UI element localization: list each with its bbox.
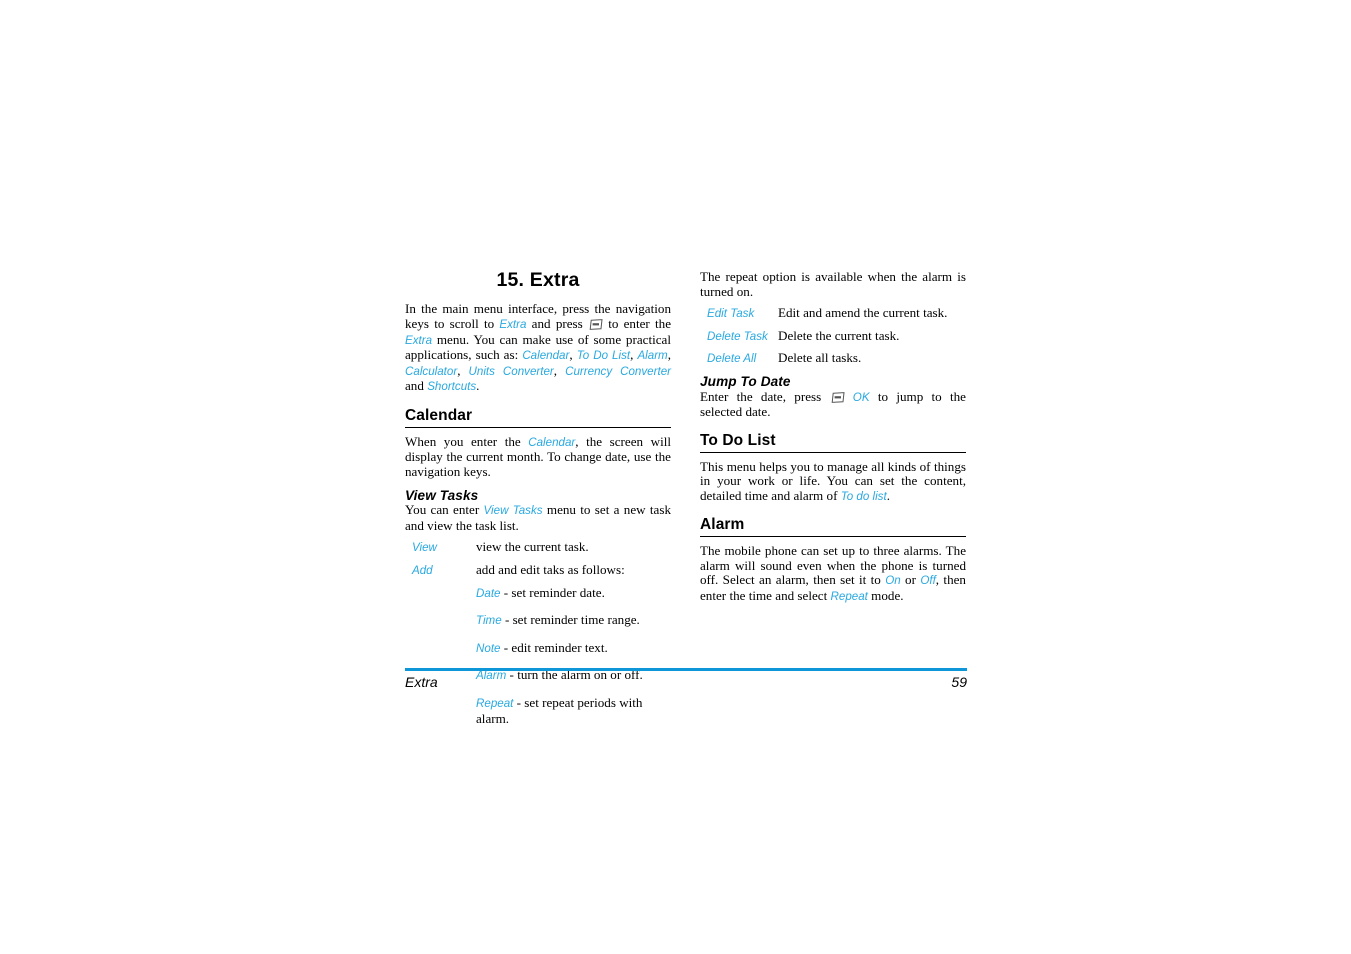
section-rule-calendar [405, 426, 671, 428]
defdesc-edit-task: Edit and amend the current task. [778, 305, 948, 321]
ui-term-extra-1: Extra [499, 318, 527, 332]
section-rule-to-do-list [700, 451, 966, 453]
intro-text-b: and press [526, 316, 588, 332]
list-item: Add add and edit taks as follows: [405, 562, 671, 578]
ui-term-on: On [885, 574, 901, 588]
right-column: The repeat option is available when the … [700, 269, 966, 726]
defterm-delete-task: Delete Task [707, 329, 768, 343]
footer-row: Extra 59 [405, 671, 967, 690]
ui-term-view-tasks: View Tasks [483, 504, 543, 518]
subheading-view-tasks: View Tasks [405, 487, 479, 503]
alarm-text-d: mode. [867, 587, 904, 603]
two-column-layout: 15. Extra In the main menu interface, pr… [405, 269, 967, 726]
list-item: Delete All Delete all tasks. [700, 351, 966, 366]
ui-term-calendar: Calendar [522, 349, 570, 363]
repeat-note-paragraph: The repeat option is available when the … [700, 269, 966, 299]
footer-page-number: 59 [951, 674, 967, 690]
list-item: Time - set reminder time range. [476, 612, 671, 629]
sep-3: , [667, 347, 671, 363]
section-heading-alarm: Alarm [700, 516, 745, 534]
sep-6: and [405, 378, 428, 394]
task-actions-definition-list: Edit Task Edit and amend the current tas… [700, 306, 966, 366]
defterm-edit-task: Edit Task [707, 307, 755, 321]
list-item: View view the current task. [405, 540, 671, 555]
ui-term-extra-2: Extra [405, 333, 433, 347]
subitem-desc-note: - edit reminder text. [500, 639, 608, 655]
to-do-list-paragraph: This menu helps you to manage all kinds … [700, 458, 966, 505]
defdesc-view: view the current task. [476, 539, 589, 555]
intro-text-end: . [476, 378, 480, 394]
list-item: Delete Task Delete the current task. [700, 327, 966, 344]
list-item: Edit Task Edit and amend the current tas… [700, 306, 966, 321]
subitem-desc-date: - set reminder date. [500, 584, 605, 600]
defterm-add: Add [412, 564, 433, 577]
footer-chapter-label: Extra [405, 674, 438, 690]
section-heading-to-do-list: To Do List [700, 431, 776, 449]
intro-paragraph: In the main menu interface, press the na… [405, 302, 671, 395]
todo-text-a: This menu helps you to manage all kinds … [700, 458, 966, 503]
ui-term-units-converter: Units Converter [468, 364, 554, 378]
ui-term-to-do-list: To Do List [576, 349, 631, 363]
sep-4: , [457, 362, 469, 378]
ui-term-ok: OK [852, 390, 870, 404]
todo-text-b: . [886, 487, 890, 503]
view-tasks-definition-list: View view the current task. Add add and … [405, 540, 671, 726]
chapter-title: 15. Extra [496, 269, 580, 291]
calendar-paragraph: When you enter the Calendar, the screen … [405, 433, 671, 480]
ui-term-alarm: Alarm [637, 349, 668, 363]
ui-term-repeat-2: Repeat [830, 589, 868, 603]
alarm-text-b: or [900, 572, 921, 588]
list-item: Date - set reminder date. [476, 584, 671, 602]
defterm-view: View [412, 541, 437, 555]
spacer-ok [845, 389, 853, 404]
section-rule-alarm [700, 536, 966, 538]
ui-term-date: Date [476, 586, 501, 600]
ui-term-shortcuts: Shortcuts [427, 380, 477, 394]
defdesc-delete-all: Delete all tasks. [778, 350, 862, 366]
view-tasks-paragraph: You can enter View Tasks menu to set a n… [405, 502, 671, 533]
calendar-text-a: When you enter the [405, 433, 529, 449]
ui-term-currency-converter: Currency Converter [565, 364, 671, 378]
ui-term-to-do-list-2: To do list [840, 489, 887, 503]
defdesc-add: add and edit taks as follows: [476, 562, 625, 577]
jump-text-a: Enter the date, press [700, 388, 830, 404]
ui-term-off: Off [920, 574, 936, 588]
add-subitem-list: Date - set reminder date. Time - set rem… [405, 584, 671, 727]
subheading-jump-to-date: Jump To Date [700, 373, 791, 389]
intro-text-c: to enter the [602, 316, 672, 332]
section-heading-calendar: Calendar [405, 407, 473, 424]
sep-1: , [569, 347, 577, 363]
ui-term-repeat: Repeat [476, 696, 514, 710]
view-tasks-text-a: You can enter [405, 502, 484, 518]
manual-page: 15. Extra In the main menu interface, pr… [405, 269, 967, 725]
defterm-delete-all: Delete All [707, 352, 757, 366]
ui-term-calculator: Calculator [405, 364, 458, 378]
softkey-icon [830, 391, 845, 403]
sep-5: , [553, 362, 566, 378]
softkey-icon [588, 319, 603, 330]
list-item: Note - edit reminder text. [476, 639, 671, 657]
alarm-paragraph: The mobile phone can set up to three ala… [700, 543, 966, 604]
defdesc-delete-task: Delete the current task. [778, 327, 900, 343]
list-item: Repeat - set repeat periods with alarm. [476, 695, 671, 726]
left-column: 15. Extra In the main menu interface, pr… [405, 269, 671, 726]
ui-term-note: Note [476, 641, 501, 655]
jump-to-date-paragraph: Enter the date, press OK to jump to the … [700, 388, 966, 420]
ui-term-calendar-2: Calendar [528, 435, 576, 449]
ui-term-time: Time [476, 614, 502, 628]
page-footer: Extra 59 [405, 668, 967, 690]
subitem-desc-time: - set reminder time range. [501, 612, 640, 628]
